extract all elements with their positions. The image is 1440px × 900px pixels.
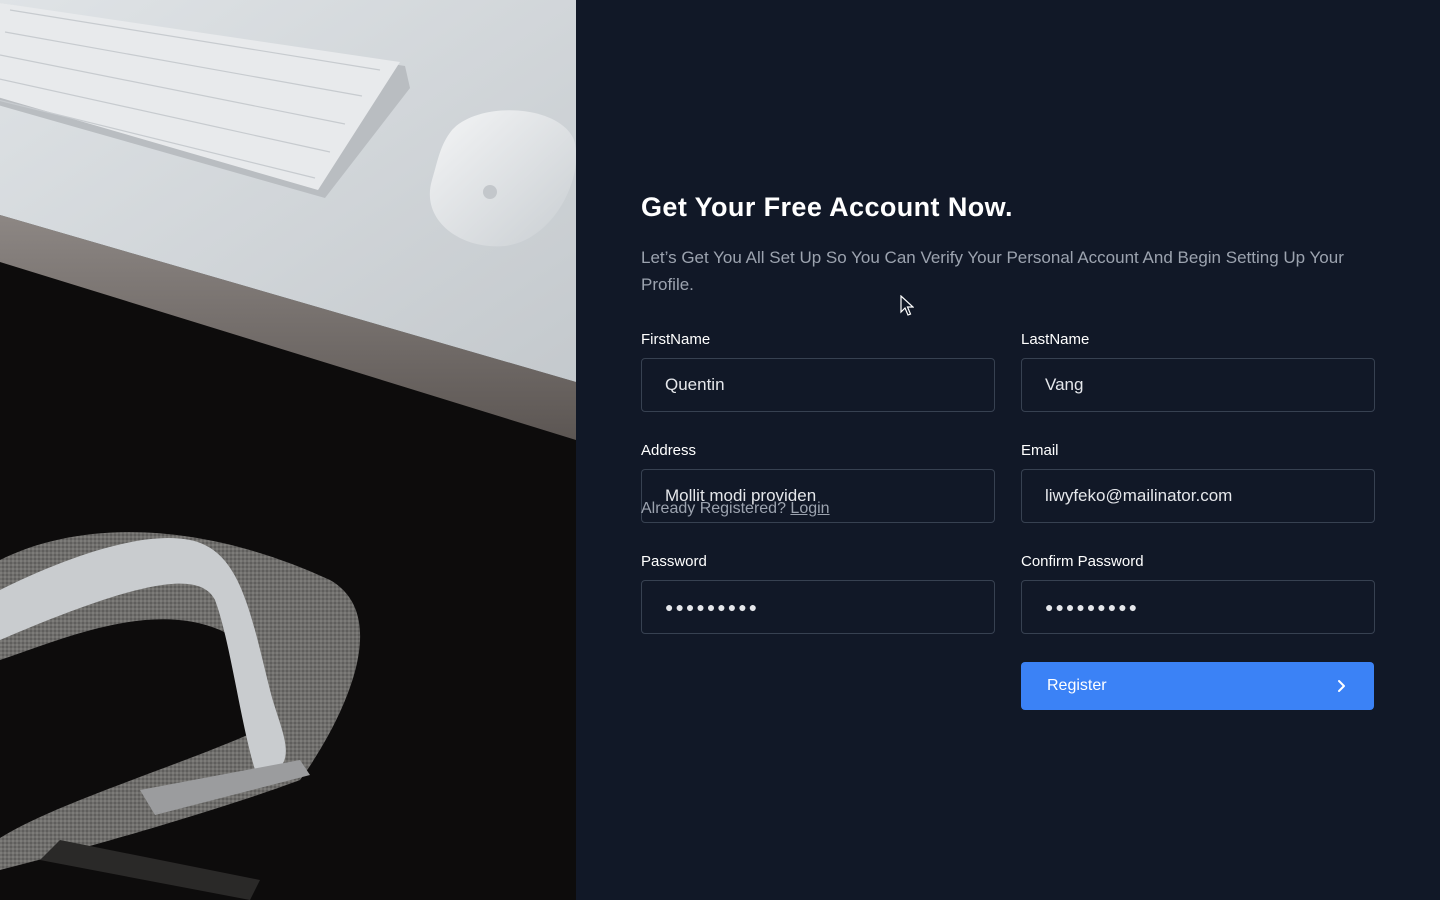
already-registered-line: Already Registered? Login — [641, 499, 830, 519]
register-panel: Get Your Free Account Now. Let’s Get You… — [576, 0, 1440, 900]
hero-photo — [0, 0, 576, 900]
chevron-right-icon — [1338, 680, 1345, 692]
mouse-cursor-icon — [900, 295, 914, 316]
form-footer: Already Registered? Login Register — [641, 0, 1375, 900]
login-link[interactable]: Login — [790, 500, 829, 517]
register-button-label: Register — [1047, 677, 1107, 694]
register-button[interactable]: Register — [1021, 662, 1374, 710]
already-registered-text: Already Registered? — [641, 500, 786, 517]
